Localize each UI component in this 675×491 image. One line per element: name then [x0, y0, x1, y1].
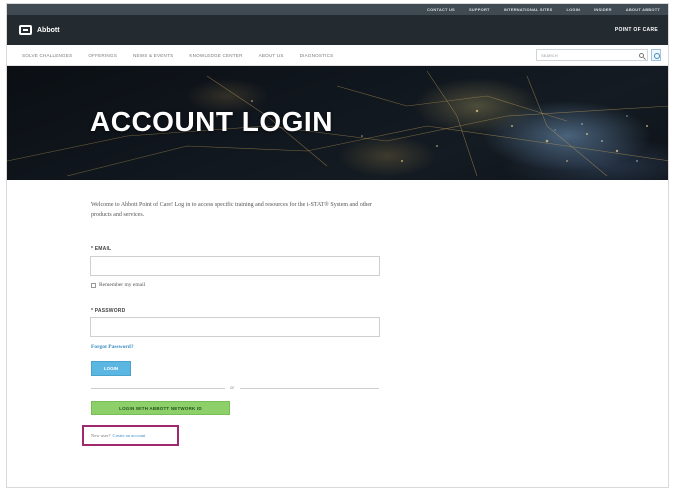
intro-text: Welcome to Abbott Point of Care! Log in … — [91, 202, 373, 218]
utility-link-support[interactable]: SUPPORT — [469, 7, 490, 12]
remember-email[interactable]: Remember my email — [91, 282, 145, 288]
email-field[interactable] — [90, 256, 380, 276]
utility-link-login[interactable]: LOGIN — [566, 7, 580, 12]
utility-link-insider[interactable]: INSIDER — [594, 7, 612, 12]
utility-bar: CONTACT US SUPPORT INTERNATIONAL SITES L… — [7, 4, 668, 15]
email-label: * EMAIL — [91, 246, 112, 252]
search-icon[interactable] — [639, 53, 644, 58]
nav-item-knowledge-center[interactable]: KNOWLEDGE CENTER — [189, 53, 242, 58]
create-account-link[interactable]: Create an account — [113, 433, 146, 438]
nav-item-diagnostics[interactable]: DIAGNOSTICS — [300, 53, 334, 58]
brand-logo[interactable]: Abbott — [19, 25, 60, 35]
new-user-highlight: New user? Create an account — [82, 425, 179, 446]
abbott-network-login-button[interactable]: LOGIN WITH ABBOTT NETWORK ID — [91, 401, 230, 415]
forgot-password-link[interactable]: Forgot Password? — [91, 344, 134, 350]
password-label: * PASSWORD — [91, 308, 126, 314]
remember-label: Remember my email — [99, 282, 146, 288]
checkbox-icon[interactable] — [91, 282, 96, 288]
search-input[interactable]: SEARCH — [536, 49, 648, 61]
divider-left — [91, 388, 225, 389]
new-user-text: New user? — [91, 433, 111, 438]
page-title: ACCOUNT LOGIN — [90, 106, 333, 137]
sidebar-toggle-icon[interactable] — [651, 49, 661, 61]
main-nav: SOLVE CHALLENGES OFFERINGS NEWS & EVENTS… — [7, 45, 668, 66]
utility-link-about[interactable]: ABOUT ABBOTT — [626, 7, 660, 12]
nav-item-solve-challenges[interactable]: SOLVE CHALLENGES — [22, 53, 72, 58]
nav-item-offerings[interactable]: OFFERINGS — [88, 53, 117, 58]
password-field[interactable] — [90, 317, 380, 337]
nav-item-news-events[interactable]: NEWS & EVENTS — [133, 53, 173, 58]
login-button[interactable]: LOGIN — [91, 361, 131, 376]
utility-link-contact[interactable]: CONTACT US — [427, 7, 455, 12]
or-separator: or — [230, 385, 235, 390]
divider-right — [240, 388, 379, 389]
abbott-logo-icon — [19, 25, 32, 35]
brand-name: Abbott — [37, 26, 60, 34]
search-placeholder: SEARCH — [541, 52, 558, 58]
utility-link-international[interactable]: INTERNATIONAL SITES — [504, 7, 553, 12]
page-frame: CONTACT US SUPPORT INTERNATIONAL SITES L… — [6, 3, 669, 488]
nav-item-about-us[interactable]: ABOUT US — [259, 53, 284, 58]
hero-banner: ACCOUNT LOGIN — [7, 66, 668, 180]
product-name[interactable]: POINT OF CARE — [615, 27, 658, 33]
site-header: Abbott POINT OF CARE — [7, 15, 668, 45]
